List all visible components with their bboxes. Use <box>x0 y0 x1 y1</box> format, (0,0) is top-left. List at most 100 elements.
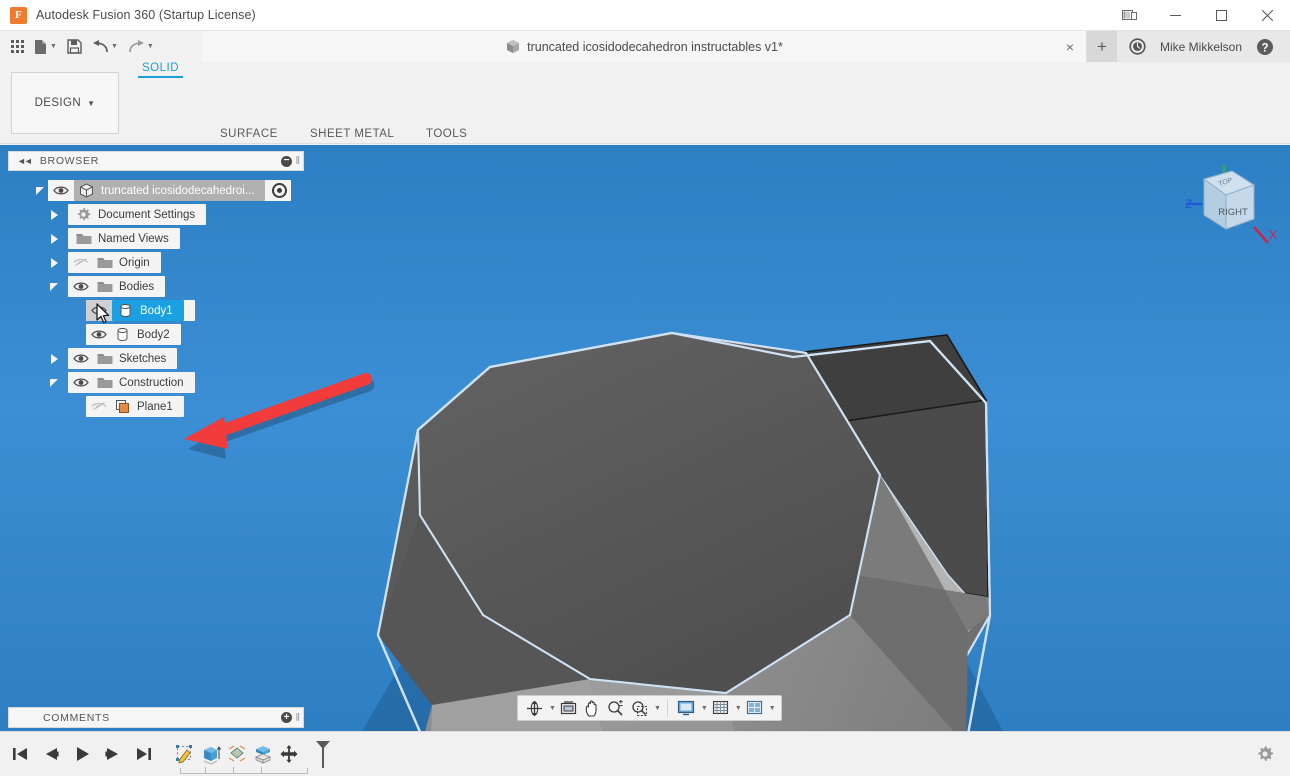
timeline-go-end-button[interactable] <box>134 742 154 766</box>
pan-button[interactable] <box>581 696 603 720</box>
chevron-down-icon[interactable]: ▼ <box>549 705 556 712</box>
grip-icon[interactable]: ‖ <box>295 712 298 724</box>
chevron-down-icon[interactable]: ▼ <box>735 705 742 712</box>
ribbon-tab-sheet-metal[interactable]: SHEET METAL <box>298 128 406 140</box>
tree-item-label: Body2 <box>137 329 170 341</box>
timeline-step-forward-button[interactable] <box>103 742 123 766</box>
chevron-down-icon[interactable]: ▼ <box>654 705 661 712</box>
chevron-down-icon[interactable]: ▼ <box>701 705 708 712</box>
timeline-feature-split[interactable] <box>224 741 250 767</box>
visibility-eye-icon[interactable] <box>68 353 94 364</box>
undo-button[interactable]: ▼ <box>87 31 123 62</box>
chevron-down-icon: ▼ <box>147 43 154 50</box>
tree-root-component[interactable]: truncated icosidodecahedroi... <box>8 180 304 201</box>
tree-item-label: Origin <box>119 257 150 269</box>
timeline-settings-button[interactable] <box>1256 745 1274 763</box>
offset-feature-icon <box>252 743 274 765</box>
zoom-window-button[interactable] <box>628 696 651 720</box>
clock-icon[interactable] <box>1129 38 1146 55</box>
tree-item-bodies[interactable]: Bodies <box>8 276 304 297</box>
timeline-feature-sketch[interactable] <box>172 741 198 767</box>
help-icon[interactable]: ? <box>1256 38 1274 56</box>
document-tab-close-button[interactable]: × <box>1066 40 1074 54</box>
timeline-marker-icon[interactable] <box>314 739 332 769</box>
look-at-button[interactable] <box>557 696 580 720</box>
step-back-icon <box>43 747 59 761</box>
comments-bar[interactable]: COMMENTS + ‖ <box>8 707 304 728</box>
activate-component-button[interactable] <box>272 183 287 198</box>
twisty-right-icon[interactable] <box>46 348 62 369</box>
circle-plus-icon[interactable]: + <box>281 712 292 723</box>
circle-minus-icon[interactable]: − <box>281 156 292 167</box>
skip-start-icon <box>12 747 28 761</box>
visibility-eye-icon[interactable] <box>86 329 112 340</box>
visibility-eye-icon[interactable] <box>68 281 94 292</box>
orbit-button[interactable] <box>523 696 546 720</box>
timeline-feature-offset[interactable] <box>250 741 276 767</box>
display-settings-button[interactable] <box>674 696 698 720</box>
minimize-button[interactable] <box>1152 0 1198 31</box>
tree-item-body1[interactable]: Body1 <box>8 300 304 321</box>
tree-item-origin[interactable]: Origin <box>8 252 304 273</box>
ribbon-tab-solid[interactable]: SOLID <box>130 62 191 74</box>
chevron-down-icon: ▼ <box>111 43 118 50</box>
tree-item-plane1[interactable]: Plane1 <box>8 396 304 417</box>
new-file-button[interactable]: ▼ <box>29 31 62 62</box>
timeline-play-button[interactable] <box>72 742 92 766</box>
grip-icon[interactable]: ‖ <box>295 155 298 167</box>
timeline-step-back-button[interactable] <box>41 742 61 766</box>
viewports-button[interactable] <box>743 696 766 720</box>
timeline-rail <box>180 768 308 774</box>
app-grid-button[interactable] <box>6 31 29 62</box>
twisty-down-icon[interactable] <box>46 372 62 393</box>
user-name-label[interactable]: Mike Mikkelson <box>1160 40 1242 54</box>
tree-item-label: Construction <box>119 377 184 389</box>
document-tab[interactable]: truncated icosidodecahedron instructable… <box>203 31 1087 62</box>
timeline-go-start-button[interactable] <box>10 742 30 766</box>
timeline-feature-extrude[interactable] <box>198 741 224 767</box>
view-cube[interactable]: X Z RIGHT TOP <box>1176 157 1280 261</box>
twisty-right-icon[interactable] <box>46 204 62 225</box>
twisty-right-icon[interactable] <box>46 228 62 249</box>
ribbon-tab-surface[interactable]: SURFACE <box>208 128 290 140</box>
chevron-down-icon: ▼ <box>50 43 57 50</box>
visibility-eye-icon[interactable] <box>68 377 94 388</box>
viewports-icon <box>746 700 763 716</box>
twisty-right-icon[interactable] <box>46 252 62 273</box>
tree-item-construction[interactable]: Construction <box>8 372 304 393</box>
fusion360-window: F Autodesk Fusion 360 (Startup License) <box>0 0 1290 776</box>
chevron-down-icon[interactable]: ▼ <box>769 705 776 712</box>
tree-item-sketches[interactable]: Sketches <box>8 348 304 369</box>
tree-item-named-views[interactable]: Named Views <box>8 228 304 249</box>
folder-icon <box>94 376 115 389</box>
window-panel-icon[interactable] <box>1106 0 1152 31</box>
twisty-down-icon[interactable] <box>46 276 62 297</box>
visibility-eye-off-icon[interactable] <box>86 401 112 412</box>
save-button[interactable] <box>62 31 87 62</box>
tree-item-document-settings[interactable]: Document Settings <box>8 204 304 225</box>
collapse-left-icon[interactable]: ◄◄ <box>17 156 31 166</box>
new-tab-button[interactable]: + <box>1087 31 1117 62</box>
navbar-separator <box>667 699 668 717</box>
browser-tree: truncated icosidodecahedroi... Document … <box>8 180 304 420</box>
visibility-eye-off-icon[interactable] <box>68 257 94 268</box>
zoom-magnifier-icon <box>607 700 624 717</box>
workspace-switcher[interactable]: DESIGN ▼ <box>11 72 119 134</box>
twisty-down-icon[interactable] <box>32 180 48 201</box>
maximize-button[interactable] <box>1198 0 1244 31</box>
grid-snaps-button[interactable] <box>709 696 732 720</box>
zoom-button[interactable] <box>604 696 627 720</box>
workspace-label: DESIGN <box>35 97 82 109</box>
tree-root-label: truncated icosidodecahedroi... <box>101 185 254 197</box>
close-button[interactable] <box>1244 0 1290 31</box>
visibility-eye-icon[interactable] <box>48 185 74 196</box>
timeline-feature-move[interactable] <box>276 741 302 767</box>
timeline-features <box>172 741 302 767</box>
axis-z-label: Z <box>1185 197 1192 211</box>
app-title: Autodesk Fusion 360 (Startup License) <box>36 8 256 22</box>
ribbon-tab-tools[interactable]: TOOLS <box>414 128 479 140</box>
tree-item-body2[interactable]: Body2 <box>8 324 304 345</box>
svg-text:?: ? <box>1262 42 1269 54</box>
document-tab-title: truncated icosidodecahedron instructable… <box>527 40 783 54</box>
redo-button[interactable]: ▼ <box>123 31 159 62</box>
